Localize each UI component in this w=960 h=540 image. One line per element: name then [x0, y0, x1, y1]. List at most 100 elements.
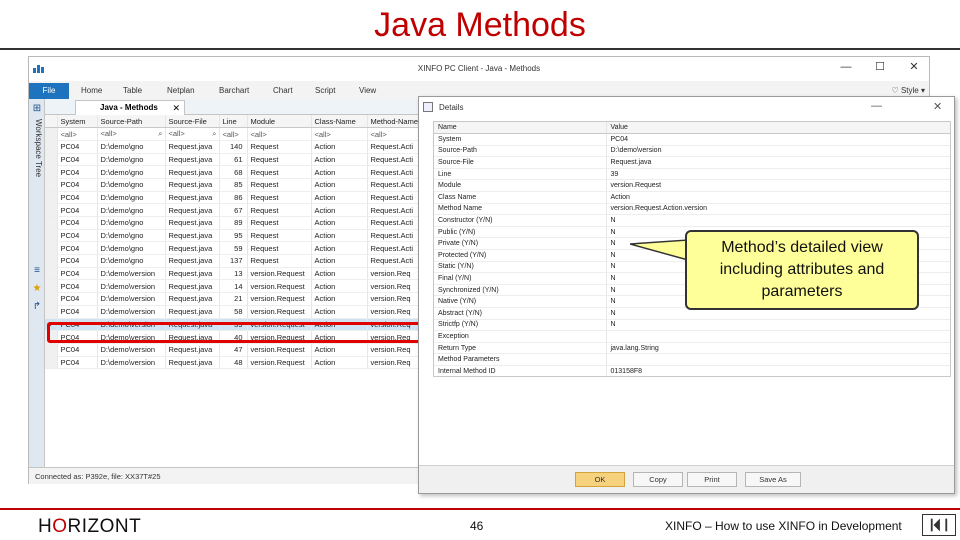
table-cell[interactable]: 14 — [219, 279, 248, 294]
ok-button[interactable]: OK — [575, 472, 625, 487]
table-cell[interactable]: PC04 — [57, 140, 98, 154]
table-cell[interactable]: PC04 — [57, 279, 98, 294]
minimize-button[interactable]: — — [837, 60, 855, 74]
filter-cell[interactable]: <all> — [57, 127, 98, 141]
filter-cell[interactable]: <all> — [367, 127, 420, 141]
table-cell[interactable]: Request — [247, 216, 312, 230]
menu-netplan[interactable]: Netplan — [167, 86, 195, 95]
column-header-module[interactable]: Module — [247, 115, 312, 129]
details-row[interactable]: Method Parameters — [434, 353, 950, 366]
row-marker[interactable] — [45, 279, 58, 294]
table-cell[interactable]: PC04 — [57, 216, 98, 230]
table-cell[interactable]: Request.Acti — [367, 140, 420, 154]
details-row[interactable]: Internal Method ID 013158F8 — [434, 365, 950, 376]
row-marker[interactable] — [45, 229, 58, 243]
table-cell[interactable]: Request.java — [165, 153, 220, 167]
details-row[interactable]: Module version.Request — [434, 179, 950, 193]
table-cell[interactable]: 86 — [219, 191, 248, 205]
table-row[interactable]: PC04 D:\demo\gno Request.java 59 Request Acti… — [45, 241, 420, 256]
table-row[interactable]: PC04 D:\demo\gno Request.java 89 Request Acti… — [45, 216, 420, 230]
list-icon[interactable]: ≡ — [31, 265, 43, 277]
table-cell[interactable]: 85 — [219, 178, 248, 192]
table-cell[interactable]: PC04 — [57, 305, 98, 319]
table-cell[interactable]: 59 — [219, 241, 248, 256]
table-cell[interactable]: Request.java — [165, 140, 220, 154]
details-row[interactable]: System PC04 — [434, 133, 950, 146]
table-cell[interactable]: PC04 — [57, 153, 98, 167]
table-row[interactable]: PC04 D:\demo\gno Request.java 61 Request Acti… — [45, 153, 420, 167]
details-column-name[interactable]: Name — [434, 122, 607, 135]
table-cell[interactable]: D:\demo\gno — [97, 241, 166, 256]
details-row[interactable]: Source-File Request.java — [434, 156, 950, 169]
table-cell[interactable]: version.Request — [247, 305, 312, 319]
table-cell[interactable]: 21 — [219, 292, 248, 306]
table-cell[interactable]: Request.Acti — [367, 254, 420, 268]
menu-view[interactable]: View — [359, 86, 376, 95]
table-cell[interactable]: D:\demo\gno — [97, 140, 166, 154]
table-cell[interactable]: Request — [247, 203, 312, 217]
row-marker[interactable] — [45, 254, 58, 268]
table-cell[interactable]: version.Req — [367, 267, 420, 281]
table-cell[interactable]: PC04 — [57, 267, 98, 281]
table-cell[interactable]: version.Request — [247, 292, 312, 306]
tab-java-methods[interactable]: Java - Methods ✕ — [75, 100, 185, 115]
table-cell[interactable]: Request — [247, 191, 312, 205]
details-column-value[interactable]: Value — [606, 122, 950, 135]
table-cell[interactable]: Action — [311, 343, 368, 357]
table-cell[interactable]: 48 — [219, 356, 248, 370]
table-cell[interactable]: Request.java — [165, 292, 220, 306]
table-cell[interactable]: D:\demo\gno — [97, 216, 166, 230]
table-cell[interactable]: PC04 — [57, 203, 98, 217]
table-cell[interactable]: D:\demo\version — [97, 279, 166, 294]
table-cell[interactable]: PC04 — [57, 191, 98, 205]
table-cell[interactable]: version.Req — [367, 305, 420, 319]
table-cell[interactable]: Request — [247, 140, 312, 154]
table-cell[interactable]: Request — [247, 165, 312, 179]
goto-icon[interactable]: ↱ — [31, 301, 43, 313]
table-cell[interactable]: Request — [247, 241, 312, 256]
table-cell[interactable]: D:\demo\version — [97, 292, 166, 306]
table-cell[interactable]: PC04 — [57, 165, 98, 179]
table-cell[interactable]: Action — [311, 140, 368, 154]
table-cell[interactable]: Action — [311, 229, 368, 243]
row-marker[interactable] — [45, 292, 58, 306]
table-cell[interactable]: Action — [311, 279, 368, 294]
table-cell[interactable]: Action — [311, 216, 368, 230]
row-marker[interactable] — [45, 203, 58, 217]
details-minimize-button[interactable]: — — [871, 100, 882, 112]
details-row[interactable]: Constructor (Y/N) N — [434, 214, 950, 227]
table-cell[interactable]: D:\demo\gno — [97, 203, 166, 217]
column-header-line[interactable]: Line — [219, 115, 248, 129]
table-cell[interactable]: Request — [247, 229, 312, 243]
filter-cell[interactable]: <all> ⌕ — [97, 127, 166, 141]
table-row[interactable]: PC04 D:\demo\version Request.java 13 version… — [45, 267, 420, 281]
table-cell[interactable]: Action — [311, 254, 368, 268]
row-marker[interactable] — [45, 153, 58, 167]
details-close-button[interactable]: ✕ — [933, 100, 942, 113]
table-cell[interactable]: D:\demo\version — [97, 305, 166, 319]
table-row[interactable]: PC04 D:\demo\version Request.java 21 version… — [45, 292, 420, 306]
table-cell[interactable]: D:\demo\version — [97, 267, 166, 281]
table-cell[interactable]: Action — [311, 153, 368, 167]
table-cell[interactable]: Request.Acti — [367, 229, 420, 243]
table-cell[interactable]: Request.java — [165, 241, 220, 256]
details-row[interactable]: Source-Path D:\demo\version — [434, 145, 950, 158]
table-cell[interactable]: 140 — [219, 140, 248, 154]
table-cell[interactable]: 47 — [219, 343, 248, 357]
filter-cell[interactable]: <all> — [311, 127, 368, 141]
row-marker[interactable] — [45, 216, 58, 230]
row-marker[interactable] — [45, 165, 58, 179]
maximize-button[interactable]: ☐ — [871, 60, 889, 74]
table-cell[interactable]: Request.Acti — [367, 153, 420, 167]
table-cell[interactable]: Action — [311, 241, 368, 256]
workspace-tree-label[interactable]: Workspace Tree — [31, 119, 43, 189]
table-row[interactable]: PC04 D:\demo\version Request.java 14 version… — [45, 279, 420, 294]
table-cell[interactable]: D:\demo\gno — [97, 229, 166, 243]
table-cell[interactable]: PC04 — [57, 254, 98, 268]
table-cell[interactable]: PC04 — [57, 292, 98, 306]
table-cell[interactable]: Request.Acti — [367, 178, 420, 192]
table-cell[interactable]: 61 — [219, 153, 248, 167]
table-cell[interactable]: Request.Acti — [367, 191, 420, 205]
table-cell[interactable]: PC04 — [57, 343, 98, 357]
table-cell[interactable]: PC04 — [57, 356, 98, 370]
